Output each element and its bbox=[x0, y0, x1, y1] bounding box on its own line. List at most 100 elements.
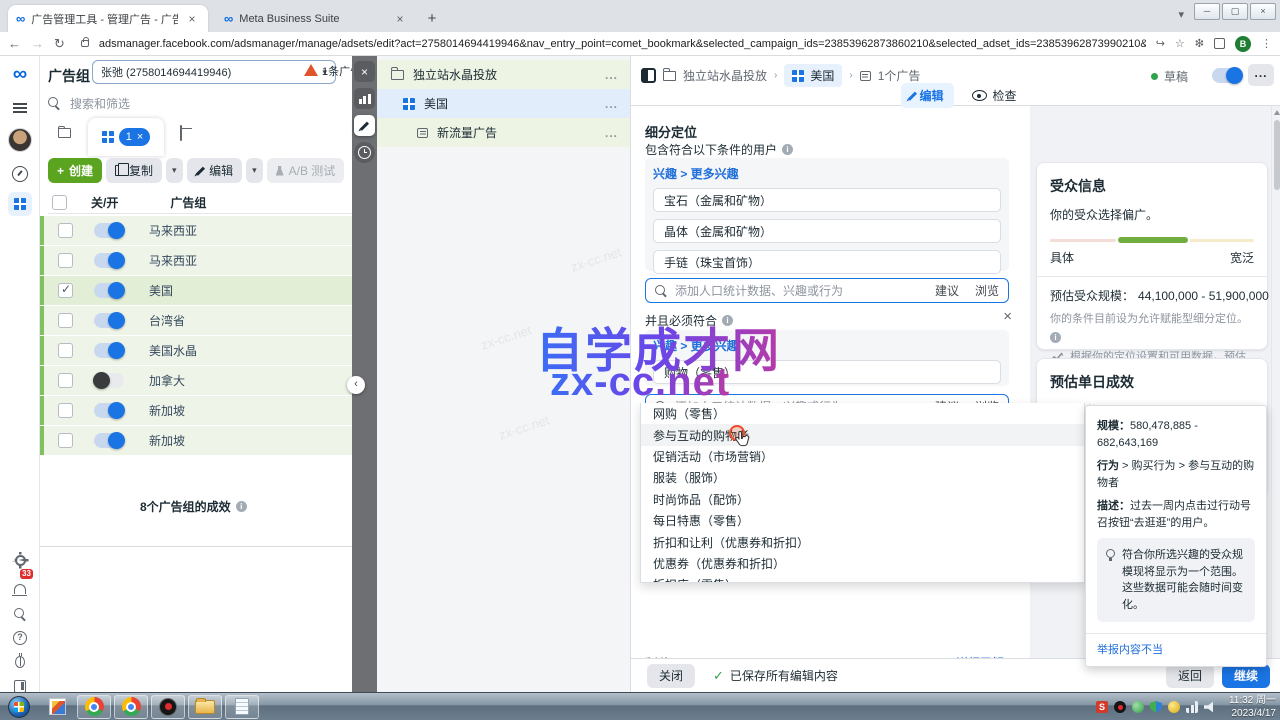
row-checkbox[interactable] bbox=[58, 343, 73, 358]
back-button[interactable]: 返回 bbox=[1166, 664, 1214, 688]
adset-name[interactable]: 加拿大 bbox=[149, 372, 185, 389]
row-checkbox[interactable] bbox=[58, 403, 73, 418]
tray-update-icon[interactable] bbox=[1168, 701, 1180, 713]
adset-row[interactable]: 加拿大 bbox=[40, 366, 352, 396]
taskbar-clock[interactable]: 11:32 周一 2023/4/17 bbox=[1229, 695, 1276, 720]
dropdown-item[interactable]: 网购（零售） bbox=[641, 403, 1084, 424]
browse-link[interactable]: 浏览 bbox=[975, 282, 999, 299]
dropdown-item[interactable]: 促销活动（市场营销） bbox=[641, 446, 1084, 467]
tray-network-icon[interactable] bbox=[1186, 701, 1198, 713]
window-minimize-button[interactable]: ─ bbox=[1194, 3, 1220, 20]
continue-button[interactable]: 继续 bbox=[1222, 664, 1270, 688]
journal-icon[interactable] bbox=[8, 674, 32, 692]
row-toggle[interactable] bbox=[94, 403, 124, 418]
adset-row[interactable]: 美国水晶 bbox=[40, 336, 352, 366]
interest-pill[interactable]: 手链（珠宝首饰） bbox=[653, 250, 1001, 274]
close-flyout-icon[interactable]: × bbox=[354, 61, 375, 82]
adset-name[interactable]: 马来西亚 bbox=[149, 222, 197, 239]
collapse-chevron-icon[interactable]: ‹ bbox=[347, 376, 365, 394]
edit-pencil-icon[interactable] bbox=[354, 115, 375, 136]
row-toggle[interactable] bbox=[94, 343, 124, 358]
interest-path-link[interactable]: 兴趣 > 更多兴趣 bbox=[653, 165, 1001, 182]
adset-name[interactable]: 新加坡 bbox=[149, 402, 185, 419]
tab-review[interactable]: 检查 bbox=[972, 87, 1017, 104]
tree-ad-row[interactable]: 新流量广告 ... bbox=[377, 118, 630, 147]
dropdown-item[interactable]: 折扣和让利（优惠券和折扣） bbox=[641, 531, 1084, 552]
window-close-button[interactable]: × bbox=[1250, 3, 1276, 20]
edit-menu-button[interactable]: ▾ bbox=[246, 158, 263, 183]
tab-edit[interactable]: 编辑 bbox=[901, 83, 954, 108]
report-link[interactable]: 举报内容不当 bbox=[1086, 633, 1266, 667]
interest-path-link[interactable]: 兴趣 > 更多兴趣 bbox=[653, 337, 1001, 354]
row-checkbox[interactable] bbox=[58, 373, 73, 388]
create-button[interactable]: +创建 bbox=[48, 158, 102, 183]
hamburger-menu-icon[interactable] bbox=[8, 96, 32, 120]
ads-reporting-gauge-icon[interactable] bbox=[8, 162, 32, 186]
adset-row[interactable]: 台湾省 bbox=[40, 306, 352, 336]
breadcrumb-ad[interactable]: 1个广告 bbox=[878, 67, 921, 84]
user-avatar[interactable] bbox=[8, 128, 32, 152]
adset-row[interactable]: 新加坡 bbox=[40, 396, 352, 426]
taskbar-chrome-1[interactable] bbox=[77, 695, 111, 719]
close-button[interactable]: 关闭 bbox=[647, 664, 695, 688]
adsets-tab-active[interactable]: 1 × bbox=[88, 118, 164, 156]
url-bar[interactable]: adsmanager.facebook.com/adsmanager/manag… bbox=[99, 38, 1146, 50]
suggest-link[interactable]: 建议 bbox=[935, 282, 959, 299]
taskbar-notepad[interactable] bbox=[225, 695, 259, 719]
breadcrumb-adset-chip[interactable]: 美国 bbox=[784, 64, 842, 87]
browser-profile-frame-icon[interactable] bbox=[1214, 38, 1225, 49]
row-checkbox[interactable] bbox=[58, 433, 73, 448]
help-icon[interactable] bbox=[8, 626, 32, 650]
interest-pill[interactable]: 晶体（金属和矿物） bbox=[653, 219, 1001, 243]
account-selector[interactable]: 张弛 (2758014694419946) ▾ bbox=[92, 60, 336, 84]
row-checkbox[interactable] bbox=[58, 283, 73, 298]
adset-row[interactable]: 马来西亚 bbox=[40, 246, 352, 276]
taskbar-paint-app[interactable] bbox=[40, 695, 74, 719]
tray-green-icon[interactable] bbox=[1132, 701, 1144, 713]
tree-adset-row[interactable]: 美国 ... bbox=[377, 89, 630, 118]
row-toggle[interactable] bbox=[94, 433, 124, 448]
bug-report-icon[interactable] bbox=[8, 650, 32, 674]
select-all-checkbox[interactable] bbox=[52, 195, 67, 210]
dropdown-item[interactable]: 服装（服饰） bbox=[641, 467, 1084, 488]
adset-name[interactable]: 马来西亚 bbox=[149, 252, 197, 269]
adset-menu-icon[interactable]: ... bbox=[605, 97, 618, 111]
scrollbar-thumb[interactable] bbox=[1274, 120, 1280, 190]
campaigns-grid-icon[interactable] bbox=[8, 192, 32, 216]
adset-name[interactable]: 台湾省 bbox=[149, 312, 185, 329]
meta-logo[interactable]: ∞ bbox=[8, 62, 32, 86]
adset-name[interactable]: 新加坡 bbox=[149, 432, 185, 449]
targeting-search-input[interactable]: 添加人口统计数据、兴趣或行为 建议 浏览 bbox=[645, 278, 1009, 303]
vertical-scrollbar[interactable] bbox=[1271, 56, 1280, 692]
adset-row[interactable]: 马来西亚 bbox=[40, 216, 352, 246]
tab-close-icon[interactable]: × bbox=[184, 11, 200, 27]
browser-tab-business-suite[interactable]: ∞ Meta Business Suite × bbox=[216, 5, 416, 32]
edit-button[interactable]: 编辑 bbox=[187, 158, 243, 183]
adset-name[interactable]: 美国 bbox=[149, 282, 173, 299]
row-checkbox[interactable] bbox=[58, 313, 73, 328]
duplicate-button[interactable]: 复制 bbox=[106, 158, 162, 183]
tray-s-icon[interactable] bbox=[1096, 701, 1108, 713]
taskbar-explorer[interactable] bbox=[188, 695, 222, 719]
selected-count-pill[interactable]: 1 × bbox=[119, 128, 151, 146]
scroll-up-icon[interactable] bbox=[1274, 110, 1280, 115]
campaigns-folder-tab[interactable] bbox=[58, 127, 71, 141]
history-clock-icon[interactable] bbox=[354, 142, 375, 163]
ad-menu-icon[interactable]: ... bbox=[605, 126, 618, 140]
tray-volume-icon[interactable] bbox=[1204, 701, 1216, 713]
row-toggle[interactable] bbox=[94, 313, 124, 328]
remove-group-icon[interactable]: × bbox=[1003, 308, 1012, 325]
interest-pill[interactable]: 购物（零售） bbox=[653, 360, 1001, 384]
browser-menu-icon[interactable]: ⋮ bbox=[1261, 37, 1272, 50]
tray-recorder-icon[interactable] bbox=[1114, 701, 1126, 713]
adset-row[interactable]: 新加坡 bbox=[40, 426, 352, 456]
adset-active-toggle[interactable] bbox=[1212, 68, 1242, 83]
browser-account-avatar[interactable]: B bbox=[1235, 36, 1251, 52]
adset-name[interactable]: 美国水晶 bbox=[149, 342, 197, 359]
tray-shield-icon[interactable] bbox=[1150, 701, 1162, 713]
back-icon[interactable]: ← bbox=[8, 37, 21, 50]
row-toggle[interactable] bbox=[94, 223, 124, 238]
browser-tab-ads-manager[interactable]: ∞ 广告管理工具 - 管理广告 - 广告 × bbox=[8, 5, 208, 32]
taskbar-recorder-app[interactable] bbox=[151, 695, 185, 719]
warning-text[interactable]: 1条广告 bbox=[322, 63, 352, 79]
